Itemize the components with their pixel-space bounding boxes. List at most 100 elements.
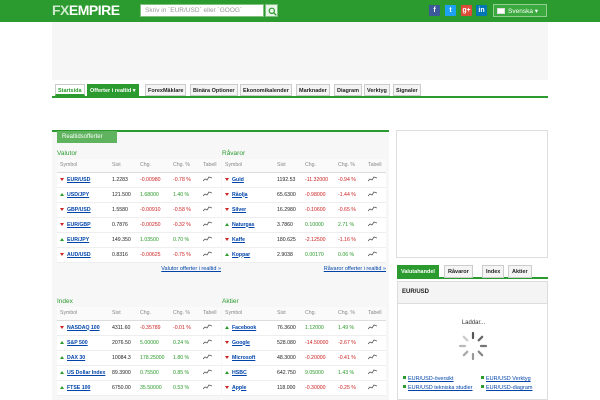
chart-link[interactable] (365, 172, 386, 188)
symbol-link[interactable]: GBP/USD (57, 202, 109, 218)
price-cell: 118.000 (274, 380, 302, 396)
chart-link[interactable] (200, 172, 221, 188)
symbol-link[interactable]: EUR/USD (57, 172, 109, 188)
facebook-icon[interactable]: f (429, 5, 440, 16)
symbol-name: Silver (232, 206, 247, 213)
chart-link[interactable] (365, 365, 386, 381)
table-row: EUR/GBP 0.7876 -0.00250 -0.32 % (57, 217, 221, 233)
symbol-link[interactable]: Microsoft (222, 350, 274, 366)
link-eurusd-verktyg[interactable]: EUR/USD Verktyg (481, 376, 531, 382)
symbol-link[interactable]: S&P 500 (57, 335, 109, 351)
symbol-link[interactable]: Kaffe (222, 232, 274, 248)
link-eurusd-tekniska-studier[interactable]: EUR/USD tekniska studier (403, 385, 473, 391)
valutor-more-link[interactable]: Valutor offerter i realtid » (57, 263, 221, 273)
nav-marknader[interactable]: Marknader (296, 84, 330, 96)
nav-ekonomikalender[interactable]: Ekonomikalender (240, 84, 292, 96)
search-button[interactable] (265, 4, 278, 17)
symbol-link[interactable]: Silver (222, 202, 274, 218)
symbol-link[interactable]: Google (222, 335, 274, 351)
symbol-link[interactable]: EUR/GBP (57, 217, 109, 233)
google-plus-icon[interactable]: g+ (461, 5, 472, 16)
symbol-name: Naturgas (232, 221, 255, 228)
symbol-link[interactable]: HSBC (222, 365, 274, 381)
nav-forexmaklare[interactable]: ForexMäklare (145, 84, 187, 96)
search-input[interactable]: Skriv in ´EUR/USD´ eller ´GOOG´ (140, 4, 264, 17)
nav-signaler[interactable]: Signaler (393, 84, 421, 96)
change-cell: -0.20000 (302, 350, 335, 366)
chart-link[interactable] (200, 365, 221, 381)
link-eurusd-diagram[interactable]: EUR/USD-diagram (481, 385, 532, 391)
chart-link[interactable] (365, 380, 386, 396)
arrow-down-icon (60, 325, 64, 329)
nav-offerter-i-realtid[interactable]: Offerter i realtid ▾ (87, 84, 139, 96)
price-cell: 1.5580 (109, 202, 137, 218)
nav-binara-optioner[interactable]: Binära Optioner (190, 84, 238, 96)
symbol-link[interactable]: Guld (222, 172, 274, 188)
symbol-link[interactable]: USD/JPY (57, 187, 109, 203)
chart-link[interactable] (365, 217, 386, 233)
bullet-icon (481, 385, 484, 388)
nav-startsida[interactable]: Startsida (55, 84, 85, 96)
tab-realtidsofferter[interactable]: Realtidsofferter (57, 131, 117, 143)
symbol-link[interactable]: Råolja (222, 187, 274, 203)
table-row: Kaffe 180.625 -2.12500 -1.16 % (222, 232, 386, 248)
symbol-link[interactable]: Facebook (222, 320, 274, 336)
bullet-icon (403, 385, 406, 388)
chart-link[interactable] (200, 202, 221, 218)
symbol-name: Facebook (232, 324, 257, 331)
symbol-name: Kaffe (232, 236, 245, 243)
language-select[interactable]: Svenska ▾ (493, 4, 547, 17)
chart-link[interactable] (365, 320, 386, 336)
column-header: Tabell (365, 307, 386, 321)
chart-link[interactable] (200, 217, 221, 233)
ravaror-more-link[interactable]: Råvaror offerter i realtid » (222, 263, 386, 273)
symbol-link[interactable]: DAX 30 (57, 350, 109, 366)
chart-link[interactable] (365, 202, 386, 218)
chart-link[interactable] (365, 247, 386, 263)
symbol-link[interactable]: US Dollar Index (57, 365, 109, 381)
change-pct-cell: 0.06 % (335, 247, 365, 263)
symbol-link[interactable]: Apple (222, 380, 274, 396)
chart-link[interactable] (200, 247, 221, 263)
symbol-name: EUR/USD (67, 176, 91, 183)
price-cell: 0.7876 (109, 217, 137, 233)
symbol-link[interactable]: Naturgas (222, 217, 274, 233)
chart-link[interactable] (200, 350, 221, 366)
arrow-up-icon (60, 192, 64, 196)
chart-link[interactable] (365, 232, 386, 248)
tab-index[interactable]: Index (482, 265, 505, 278)
tab-aktier[interactable]: Aktier (508, 265, 532, 278)
column-header: Chg. % (170, 159, 200, 173)
chart-link[interactable] (365, 335, 386, 351)
chart-link[interactable] (200, 335, 221, 351)
symbol-link[interactable]: NASDAQ 100 (57, 320, 109, 336)
chart-link[interactable] (200, 320, 221, 336)
twitter-icon[interactable]: t (445, 5, 456, 16)
table-row: Koppar 2.9038 0.00170 0.06 % (222, 247, 386, 263)
change-cell: 178.25000 (137, 350, 170, 366)
chart-link[interactable] (365, 187, 386, 203)
link-eurusd-oversikt[interactable]: EUR/USD-översikt (403, 376, 454, 382)
change-pct-cell: 0.70 % (170, 232, 200, 248)
tab-valutahandel[interactable]: Valutahandel (397, 265, 439, 278)
nav-verktyg[interactable]: Verktyg (364, 84, 390, 96)
change-cell: 9.05000 (302, 365, 335, 381)
change-pct-cell: 2.71 % (335, 217, 365, 233)
linkedin-icon[interactable]: in (476, 5, 487, 16)
table-row: Naturgas 3.7860 0.10000 2.71 % (222, 217, 386, 233)
symbol-link[interactable]: EUR/JPY (57, 232, 109, 248)
price-cell: 76.3600 (274, 320, 302, 336)
chart-link[interactable] (200, 187, 221, 203)
symbol-link[interactable]: Koppar (222, 247, 274, 263)
chart-link[interactable] (200, 380, 221, 396)
chart-link[interactable] (200, 232, 221, 248)
site-logo[interactable]: FXEMPIRE (52, 2, 120, 18)
symbol-name: Apple (232, 384, 247, 391)
tab-ravaror[interactable]: Råvaror (444, 265, 473, 278)
symbol-name: US Dollar Index (67, 369, 106, 376)
chart-link[interactable] (365, 350, 386, 366)
symbol-link[interactable]: AUD/USD (57, 247, 109, 263)
column-header: Tabell (200, 307, 221, 321)
symbol-link[interactable]: FTSE 100 (57, 380, 109, 396)
nav-diagram[interactable]: Diagram (334, 84, 363, 96)
